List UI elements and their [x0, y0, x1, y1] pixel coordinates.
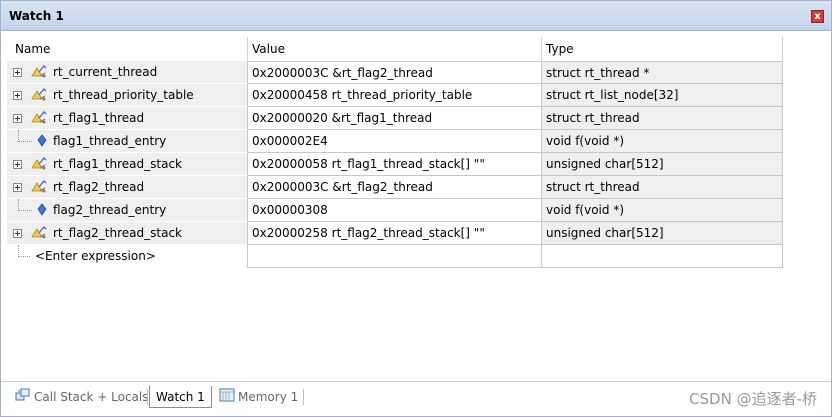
value-cell[interactable]: 0x2000003C &rt_flag2_thread: [247, 176, 541, 199]
variable-struct-icon: [30, 110, 48, 126]
watch-window: Watch 1 x Name Value Type rt_current_thr…: [0, 0, 832, 417]
type-cell: struct rt_thread *: [541, 61, 783, 84]
value-cell[interactable]: 0x20000258 rt_flag2_thread_stack[] "": [247, 222, 541, 245]
type-cell: unsigned char[512]: [541, 222, 783, 245]
close-button[interactable]: x: [811, 10, 824, 23]
function-icon: [30, 202, 48, 218]
expand-toggle-icon[interactable]: [13, 229, 22, 238]
name-cell[interactable]: rt_flag1_thread: [7, 107, 247, 130]
type-cell: unsigned char[512]: [541, 153, 783, 176]
tab-memory-1[interactable]: Memory 1: [215, 386, 298, 408]
tab-label: Call Stack + Locals: [34, 390, 149, 404]
expand-toggle-icon[interactable]: [13, 183, 22, 192]
watch-name: rt_flag2_thread: [53, 180, 145, 194]
variable-struct-icon: [30, 156, 48, 172]
expand-toggle-icon[interactable]: [13, 160, 22, 169]
enter-expression-input[interactable]: <Enter expression>: [35, 245, 156, 267]
title-bar[interactable]: Watch 1 x: [1, 1, 831, 31]
watch-row[interactable]: rt_flag1_thread_stack 0x20000058 rt_flag1…: [7, 153, 783, 176]
value-cell: [247, 245, 541, 268]
name-cell[interactable]: flag1_thread_entry: [7, 130, 247, 153]
type-cell: [541, 245, 783, 268]
column-header-value[interactable]: Value: [247, 37, 541, 61]
watch-row[interactable]: rt_current_thread 0x2000003C &rt_flag2_th…: [7, 61, 783, 84]
name-cell[interactable]: <Enter expression>: [7, 245, 247, 268]
tree-line: [18, 256, 30, 257]
expand-toggle-icon[interactable]: [13, 68, 22, 77]
watch-row[interactable]: rt_flag2_thread_stack 0x20000258 rt_flag2…: [7, 222, 783, 245]
watch-name: rt_flag1_thread: [53, 111, 145, 125]
watch-row[interactable]: flag2_thread_entry 0x00000308 void f(void …: [7, 199, 783, 222]
type-cell: struct rt_list_node[32]: [541, 84, 783, 107]
expand-toggle-icon[interactable]: [13, 114, 22, 123]
variable-struct-icon: [30, 179, 48, 195]
expand-toggle-icon[interactable]: [13, 91, 22, 100]
value-cell[interactable]: 0x00000308: [247, 199, 541, 222]
column-header-type[interactable]: Type: [541, 37, 783, 61]
variable-struct-icon: [30, 225, 48, 241]
type-cell: struct rt_thread: [541, 107, 783, 130]
watch-grid: Name Value Type rt_current_thread 0x20000…: [7, 37, 810, 381]
value-cell[interactable]: 0x20000058 rt_flag1_thread_stack[] "": [247, 153, 541, 176]
watch-row[interactable]: rt_flag2_thread 0x2000003C &rt_flag2_thre…: [7, 176, 783, 199]
watch-name: flag1_thread_entry: [53, 134, 167, 148]
tab-watch-1[interactable]: Watch 1: [149, 386, 212, 408]
window-title: Watch 1: [9, 9, 64, 23]
tab-label: Memory 1: [238, 390, 299, 404]
enter-expression-row[interactable]: <Enter expression>: [7, 245, 783, 268]
name-cell[interactable]: rt_current_thread: [7, 61, 247, 84]
watch-name: flag2_thread_entry: [53, 203, 167, 217]
watch-row[interactable]: rt_thread_priority_table 0x20000458 rt_th…: [7, 84, 783, 107]
type-cell: void f(void *): [541, 130, 783, 153]
watch-name: rt_thread_priority_table: [53, 88, 194, 102]
tab-separator: [147, 389, 148, 405]
watch-name: rt_flag1_thread_stack: [53, 157, 182, 171]
call-stack-icon: [15, 387, 31, 409]
variable-struct-icon: [30, 64, 48, 80]
value-cell[interactable]: 0x20000458 rt_thread_priority_table: [247, 84, 541, 107]
function-icon: [30, 133, 48, 149]
memory-icon: [219, 387, 235, 409]
watch-row[interactable]: flag1_thread_entry 0x000002E4 void f(void …: [7, 130, 783, 153]
name-cell[interactable]: rt_flag2_thread: [7, 176, 247, 199]
tab-separator: [303, 389, 304, 405]
name-cell[interactable]: rt_flag1_thread_stack: [7, 153, 247, 176]
name-cell[interactable]: rt_thread_priority_table: [7, 84, 247, 107]
tab-bar: Call Stack + Locals Watch 1 Memory 1 CSD…: [1, 382, 831, 416]
watch-name: rt_current_thread: [53, 65, 158, 79]
type-cell: void f(void *): [541, 199, 783, 222]
tab-label: Watch 1: [156, 390, 205, 404]
value-cell[interactable]: 0x20000020 &rt_flag1_thread: [247, 107, 541, 130]
value-cell[interactable]: 0x000002E4: [247, 130, 541, 153]
watch-row[interactable]: rt_flag1_thread 0x20000020 &rt_flag1_thre…: [7, 107, 783, 130]
watermark: CSDN @追逐者-桥: [689, 390, 817, 408]
name-cell[interactable]: flag2_thread_entry: [7, 199, 247, 222]
name-cell[interactable]: rt_flag2_thread_stack: [7, 222, 247, 245]
watch-name: rt_flag2_thread_stack: [53, 226, 182, 240]
variable-struct-icon: [30, 87, 48, 103]
value-cell[interactable]: 0x2000003C &rt_flag2_thread: [247, 61, 541, 84]
column-header-name[interactable]: Name: [11, 37, 247, 61]
type-cell: struct rt_thread: [541, 176, 783, 199]
tab-call-stack-locals[interactable]: Call Stack + Locals: [11, 386, 148, 408]
